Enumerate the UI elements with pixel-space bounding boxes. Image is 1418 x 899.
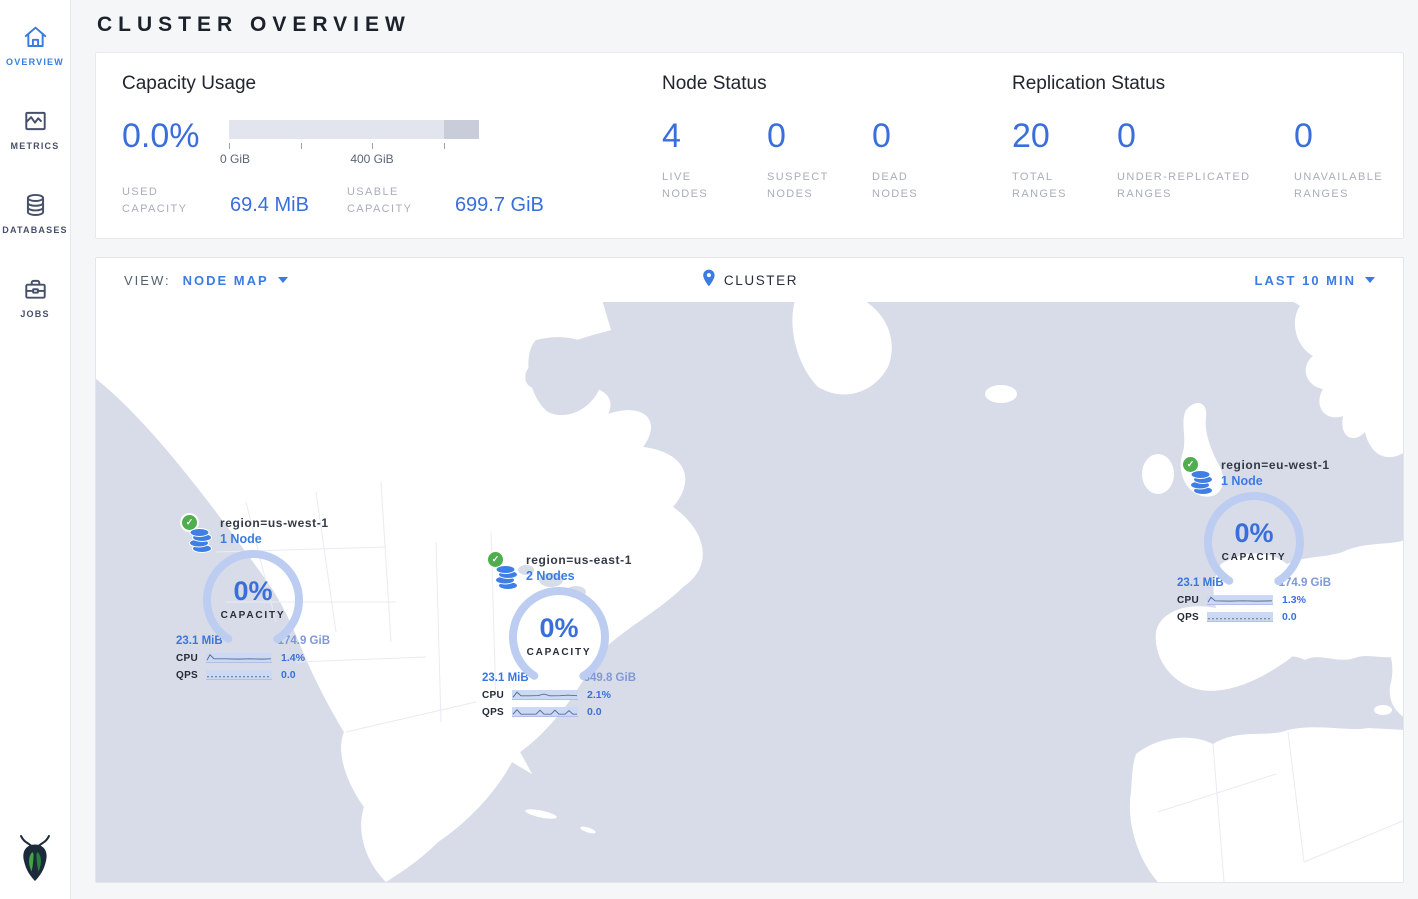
unavailable-ranges-value: 0 xyxy=(1294,119,1414,153)
cpu-value: 1.4% xyxy=(281,652,305,664)
cpu-sparkline xyxy=(206,653,272,663)
qps-sparkline xyxy=(206,670,272,680)
time-window-selector[interactable]: LAST 10 MIN xyxy=(1255,273,1375,288)
cluster-summary-card: Capacity Usage 0.0% 0 GiB 400 GiB USED C… xyxy=(95,52,1404,239)
page-title: CLUSTER OVERVIEW xyxy=(95,0,1404,52)
locality-nodes-link[interactable]: 1 Node xyxy=(1221,474,1333,488)
sidebar-item-overview[interactable]: OVERVIEW xyxy=(0,14,70,76)
locality-region-label: region=eu-west-1 xyxy=(1221,458,1333,472)
total-ranges-label: TOTAL RANGES xyxy=(1012,169,1082,203)
capacity-bar-dark-segment xyxy=(444,120,480,139)
cpu-label: CPU xyxy=(482,690,512,701)
node-status-section: Node Status 4 LIVE NODES 0 SUSPECT NODES… xyxy=(662,73,1012,238)
total-ranges-stat: 20 TOTAL RANGES xyxy=(1012,119,1117,203)
database-icon xyxy=(22,192,49,218)
sidebar-item-label: JOBS xyxy=(20,309,49,319)
cpu-label: CPU xyxy=(1177,595,1207,606)
replication-status-section: Replication Status 20 TOTAL RANGES 0 UND… xyxy=(1012,73,1414,238)
cpu-label: CPU xyxy=(176,653,206,664)
dead-nodes-value: 0 xyxy=(872,119,977,153)
under-replicated-stat: 0 UNDER-REPLICATED RANGES xyxy=(1117,119,1294,203)
live-nodes-label: LIVE NODES xyxy=(662,169,742,203)
unavailable-ranges-label: UNAVAILABLE RANGES xyxy=(1294,169,1414,203)
used-capacity-value: 69.4 MiB xyxy=(230,194,309,217)
home-icon xyxy=(22,24,49,50)
locality-region-label: region=us-east-1 xyxy=(526,553,638,567)
view-selector[interactable]: NODE MAP xyxy=(183,273,288,288)
dead-nodes-label: DEAD NODES xyxy=(872,169,952,203)
cpu-value: 2.1% xyxy=(587,689,611,701)
usable-capacity-label: USABLE CAPACITY xyxy=(347,184,443,218)
total-ranges-value: 20 xyxy=(1012,119,1117,153)
under-replicated-value: 0 xyxy=(1117,119,1294,153)
under-replicated-label: UNDER-REPLICATED RANGES xyxy=(1117,169,1287,203)
metrics-icon xyxy=(22,108,49,134)
cpu-sparkline xyxy=(1207,595,1273,605)
qps-value: 0.0 xyxy=(1282,611,1297,623)
capacity-tick-0: 0 GiB xyxy=(220,152,250,166)
replication-status-title: Replication Status xyxy=(1012,73,1414,95)
locality-region-label: region=us-west-1 xyxy=(220,516,332,530)
sidebar-item-label: METRICS xyxy=(11,141,60,151)
dead-nodes-stat: 0 DEAD NODES xyxy=(872,119,977,203)
capacity-donut: 0% CAPACITY xyxy=(507,587,611,687)
capacity-percent-value: 0% xyxy=(201,576,305,607)
usable-capacity-value: 699.7 GiB xyxy=(455,194,544,217)
capacity-percent-value: 0% xyxy=(507,613,611,644)
sidebar-item-metrics[interactable]: METRICS xyxy=(0,98,70,160)
view-selector-value: NODE MAP xyxy=(183,273,269,288)
map-breadcrumb[interactable]: CLUSTER xyxy=(701,269,798,292)
suspect-nodes-stat: 0 SUSPECT NODES xyxy=(767,119,872,203)
used-capacity-label: USED CAPACITY xyxy=(122,184,218,218)
suspect-nodes-value: 0 xyxy=(767,119,872,153)
capacity-tick-400: 400 GiB xyxy=(350,152,393,166)
cockroachdb-logo xyxy=(15,834,55,889)
unavailable-ranges-stat: 0 UNAVAILABLE RANGES xyxy=(1294,119,1414,203)
sidebar-item-databases[interactable]: DATABASES xyxy=(0,182,70,244)
locality-nodes-link[interactable]: 1 Node xyxy=(220,532,332,546)
briefcase-icon xyxy=(22,276,49,302)
cpu-sparkline xyxy=(512,690,578,700)
qps-label: QPS xyxy=(482,707,512,718)
qps-sparkline xyxy=(1207,612,1273,622)
qps-value: 0.0 xyxy=(587,706,602,718)
chevron-down-icon xyxy=(278,277,288,283)
capacity-bar: 0 GiB 400 GiB xyxy=(229,119,479,166)
breadcrumb-label: CLUSTER xyxy=(724,273,798,288)
sidebar-item-jobs[interactable]: JOBS xyxy=(0,266,70,328)
capacity-usage-section: Capacity Usage 0.0% 0 GiB 400 GiB USED C… xyxy=(122,73,662,238)
map-toolbar: VIEW: NODE MAP CLUSTER LAST 10 MIN xyxy=(96,258,1403,302)
map-pin-icon xyxy=(701,269,716,292)
capacity-donut: 0% CAPACITY xyxy=(201,550,305,650)
live-nodes-stat: 4 LIVE NODES xyxy=(662,119,767,203)
view-label: VIEW: xyxy=(124,273,171,288)
qps-label: QPS xyxy=(1177,612,1207,623)
sidebar-item-label: DATABASES xyxy=(2,225,67,235)
capacity-word-label: CAPACITY xyxy=(507,647,611,658)
chevron-down-icon xyxy=(1365,277,1375,283)
locality-nodes-link[interactable]: 2 Nodes xyxy=(526,569,638,583)
node-map-card: VIEW: NODE MAP CLUSTER LAST 10 MIN xyxy=(95,257,1404,883)
suspect-nodes-label: SUSPECT NODES xyxy=(767,169,847,203)
sidebar: OVERVIEW METRICS DATABASES JOBS xyxy=(0,0,71,899)
cpu-value: 1.3% xyxy=(1282,594,1306,606)
qps-value: 0.0 xyxy=(281,669,296,681)
qps-label: QPS xyxy=(176,670,206,681)
node-status-title: Node Status xyxy=(662,73,1012,95)
capacity-percent-value: 0% xyxy=(1202,518,1306,549)
capacity-usage-title: Capacity Usage xyxy=(122,73,662,95)
live-nodes-value: 4 xyxy=(662,119,767,153)
main-content: CLUSTER OVERVIEW Capacity Usage 0.0% 0 G… xyxy=(71,0,1418,883)
capacity-word-label: CAPACITY xyxy=(1202,552,1306,563)
capacity-donut: 0% CAPACITY xyxy=(1202,492,1306,592)
capacity-word-label: CAPACITY xyxy=(201,610,305,621)
qps-sparkline xyxy=(512,707,578,717)
time-window-value: LAST 10 MIN xyxy=(1255,273,1356,288)
node-map[interactable]: ✓ region=us-west-1 1 Node xyxy=(96,302,1403,882)
capacity-percent: 0.0% xyxy=(122,119,229,153)
locality-marker-eu-west-1[interactable]: ✓ region=eu-west-1 1 Node xyxy=(1175,458,1333,623)
sidebar-item-label: OVERVIEW xyxy=(6,57,64,67)
locality-marker-us-east-1[interactable]: ✓ region=us-east-1 2 Nodes xyxy=(480,553,638,718)
locality-marker-us-west-1[interactable]: ✓ region=us-west-1 1 Node xyxy=(174,516,332,681)
